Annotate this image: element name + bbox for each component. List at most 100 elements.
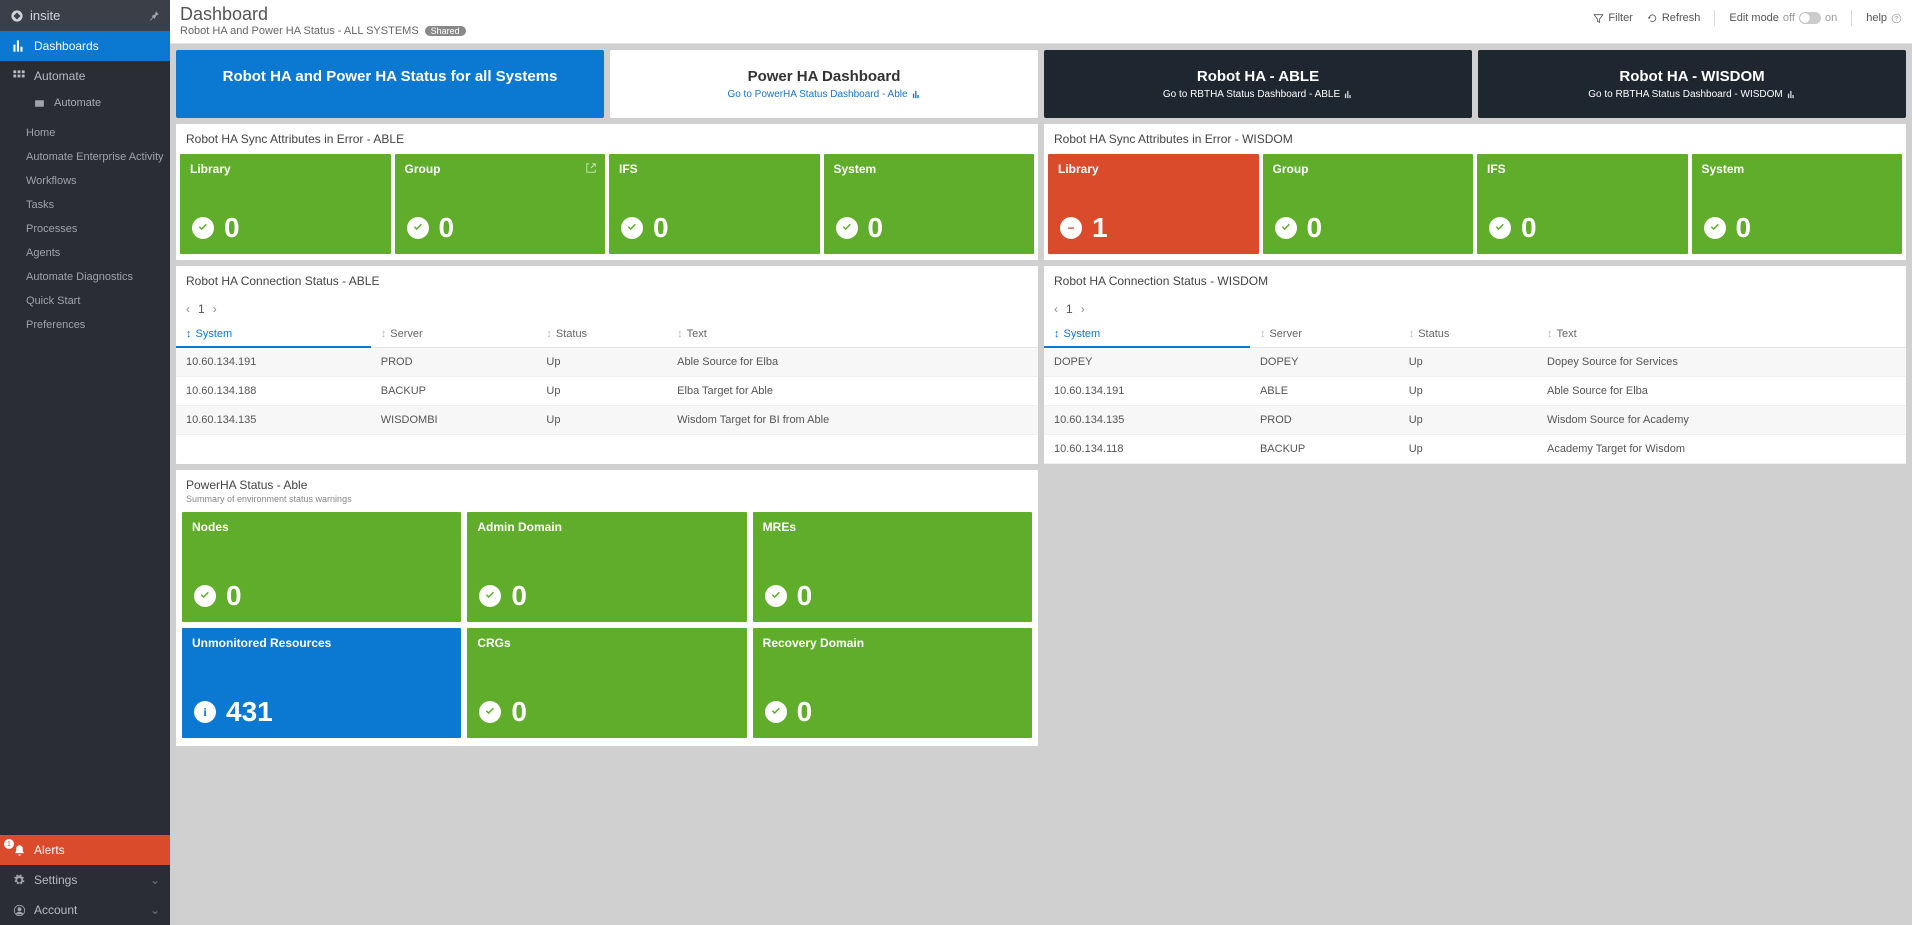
tile-mres[interactable]: MREs0: [753, 512, 1032, 622]
pager-prev[interactable]: ‹: [186, 302, 190, 316]
tile-value: 0: [868, 212, 884, 244]
sort-icon: ↕: [1547, 328, 1553, 340]
refresh-button[interactable]: Refresh: [1647, 12, 1701, 24]
table-row[interactable]: 10.60.134.191PRODUpAble Source for Elba: [176, 347, 1038, 377]
tile-value: 431: [226, 696, 273, 728]
chart-icon: [1344, 90, 1353, 99]
automate-sub-icon: [34, 98, 48, 109]
sidebar-item-tasks[interactable]: Tasks: [26, 193, 170, 217]
check-icon: [765, 585, 787, 607]
table-cell: Able Source for Elba: [1537, 377, 1906, 406]
check-icon: [836, 217, 858, 239]
table-cell: Up: [1399, 377, 1537, 406]
sidebar-item-quickstart[interactable]: Quick Start: [26, 289, 170, 313]
sidebar-item-automate[interactable]: Automate: [0, 61, 170, 91]
tab-all-systems[interactable]: Robot HA and Power HA Status for all Sys…: [176, 50, 604, 118]
check-icon: [407, 217, 429, 239]
col-system[interactable]: ↕System: [1044, 322, 1250, 347]
tile-value: 0: [1521, 212, 1537, 244]
sidebar-item-alerts[interactable]: 1 Alerts: [0, 835, 170, 865]
sidebar-item-preferences[interactable]: Preferences: [26, 313, 170, 337]
table-cell: PROD: [1250, 406, 1399, 435]
col-system[interactable]: ↕System: [176, 322, 371, 347]
help-button[interactable]: help ?: [1866, 12, 1902, 24]
table-cell: BACKUP: [371, 377, 537, 406]
sidebar-item-agents[interactable]: Agents: [26, 241, 170, 265]
sort-icon: ↕: [546, 328, 552, 340]
tile-label: Unmonitored Resources: [192, 636, 451, 650]
col-status[interactable]: ↕Status: [536, 322, 667, 347]
tile-system[interactable]: System 0: [824, 154, 1035, 254]
panel-title: PowerHA Status - Able: [186, 478, 307, 492]
svg-text:?: ?: [1895, 16, 1899, 22]
toggle-switch[interactable]: [1799, 12, 1821, 24]
topbar: Dashboard Robot HA and Power HA Status -…: [170, 0, 1912, 44]
sidebar-item-enterprise[interactable]: Automate Enterprise Activity: [26, 145, 170, 169]
pager-prev[interactable]: ‹: [1054, 302, 1058, 316]
sidebar-item-dashboards[interactable]: Dashboards: [0, 31, 170, 61]
tab-robotha-able[interactable]: Robot HA - ABLE Go to RBTHA Status Dashb…: [1044, 50, 1472, 118]
table-conn-able: ↕System↕Server↕Status↕Text10.60.134.191P…: [176, 322, 1038, 435]
check-icon: [621, 217, 643, 239]
table-cell: 10.60.134.188: [176, 377, 371, 406]
sidebar-menu: Home Automate Enterprise Activity Workfl…: [0, 115, 170, 343]
tile-label: Group: [405, 162, 596, 176]
sidebar-item-settings[interactable]: Settings ⌄: [0, 865, 170, 895]
table-cell: Wisdom Target for BI from Able: [667, 406, 1038, 435]
sidebar-item-workflows[interactable]: Workflows: [26, 169, 170, 193]
sidebar-item-diagnostics[interactable]: Automate Diagnostics: [26, 265, 170, 289]
sidebar-label: Automate: [34, 69, 85, 83]
edit-mode-toggle[interactable]: Edit mode off on: [1729, 12, 1837, 24]
check-icon: [1489, 217, 1511, 239]
tile-system[interactable]: System0: [1692, 154, 1903, 254]
tile-recovery-domain[interactable]: Recovery Domain0: [753, 628, 1032, 738]
page-subtitle: Robot HA and Power HA Status - ALL SYSTE…: [180, 25, 419, 37]
table-row[interactable]: 10.60.134.118BACKUPUpAcademy Target for …: [1044, 435, 1906, 464]
tile-admin-domain[interactable]: Admin Domain0: [467, 512, 746, 622]
tile-unmonitored-resources[interactable]: Unmonitored Resourcesi431: [182, 628, 461, 738]
sidebar-item-home[interactable]: Home: [26, 121, 170, 145]
table-row[interactable]: 10.60.134.135WISDOMBIUpWisdom Target for…: [176, 406, 1038, 435]
popout-icon[interactable]: [585, 162, 597, 174]
pager-next[interactable]: ›: [213, 302, 217, 316]
help-icon: ?: [1891, 13, 1902, 24]
table-row[interactable]: 10.60.134.135PRODUpWisdom Source for Aca…: [1044, 406, 1906, 435]
col-server[interactable]: ↕Server: [1250, 322, 1399, 347]
tile-value: 0: [1307, 212, 1323, 244]
table-cell: Wisdom Source for Academy: [1537, 406, 1906, 435]
sidebar-label: Settings: [34, 873, 77, 887]
check-icon: [1275, 217, 1297, 239]
table-row[interactable]: 10.60.134.191ABLEUpAble Source for Elba: [1044, 377, 1906, 406]
tile-label: Library: [1058, 162, 1249, 176]
sort-icon: ↕: [381, 328, 387, 340]
tile-library[interactable]: Library0: [180, 154, 391, 254]
col-server[interactable]: ↕Server: [371, 322, 537, 347]
pager-next[interactable]: ›: [1081, 302, 1085, 316]
pin-icon[interactable]: [148, 10, 160, 22]
tab-robotha-wisdom[interactable]: Robot HA - WISDOM Go to RBTHA Status Das…: [1478, 50, 1906, 118]
tab-powerha[interactable]: Power HA Dashboard Go to PowerHA Status …: [610, 50, 1038, 118]
tile-group[interactable]: Group0: [1263, 154, 1474, 254]
check-icon: [194, 585, 216, 607]
panel-sync-able: Robot HA Sync Attributes in Error - ABLE…: [176, 124, 1038, 260]
tile-crgs[interactable]: CRGs0: [467, 628, 746, 738]
sidebar-sub-automate[interactable]: Automate: [0, 91, 170, 115]
tile-group[interactable]: Group0: [395, 154, 606, 254]
tile-ifs[interactable]: IFS0: [609, 154, 820, 254]
panel-title: Robot HA Connection Status - WISDOM: [1044, 266, 1906, 296]
check-icon: [192, 217, 214, 239]
col-text[interactable]: ↕Text: [667, 322, 1038, 347]
sidebar-item-processes[interactable]: Processes: [26, 217, 170, 241]
sidebar-item-account[interactable]: Account ⌄: [0, 895, 170, 925]
filter-button[interactable]: Filter: [1593, 12, 1632, 24]
tile-ifs[interactable]: IFS0: [1477, 154, 1688, 254]
tile-library[interactable]: Library−1: [1048, 154, 1259, 254]
sort-icon: ↕: [1409, 328, 1415, 340]
tile-nodes[interactable]: Nodes0: [182, 512, 461, 622]
col-status[interactable]: ↕Status: [1399, 322, 1537, 347]
table-cell: DOPEY: [1044, 347, 1250, 377]
table-row[interactable]: 10.60.134.188BACKUPUpElba Target for Abl…: [176, 377, 1038, 406]
col-text[interactable]: ↕Text: [1537, 322, 1906, 347]
table-row[interactable]: DOPEYDOPEYUpDopey Source for Services: [1044, 347, 1906, 377]
tile-label: System: [834, 162, 1025, 176]
